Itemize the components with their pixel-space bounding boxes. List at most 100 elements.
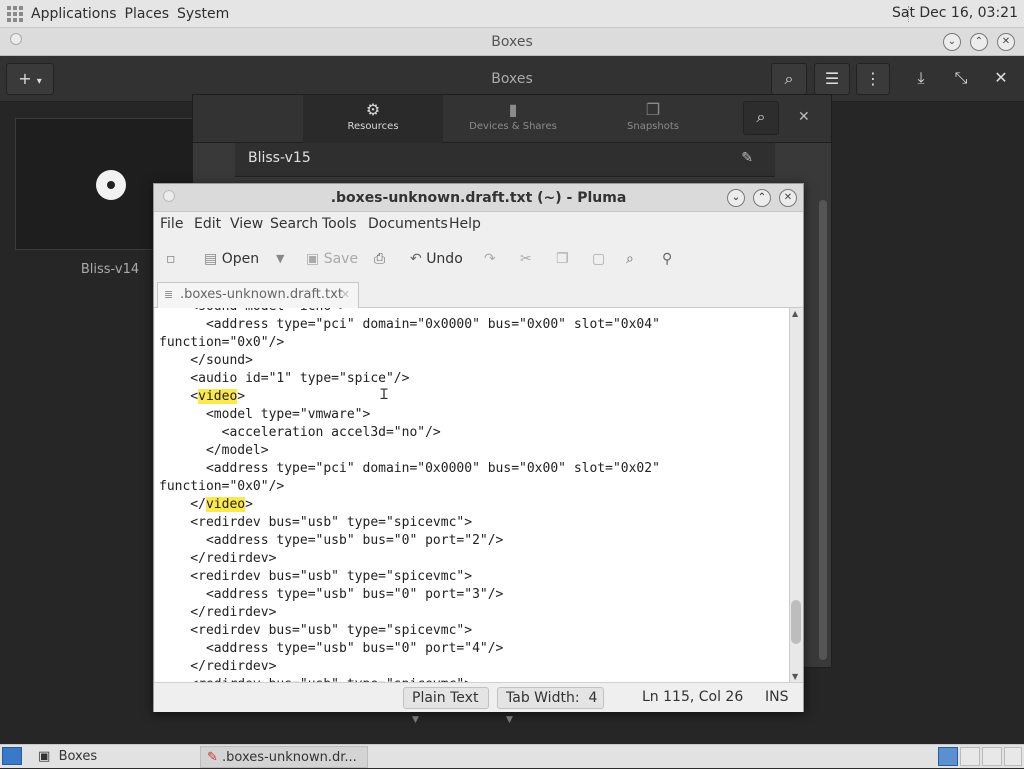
code-line: <redirdev bus="usb" type="spicevmc"> [159,623,473,638]
props-search-button[interactable]: ⌕ [743,101,779,135]
menu-view[interactable]: View [230,216,263,232]
replace-icon[interactable]: ⚲ [662,248,672,270]
menu-button[interactable]: ⋮ [856,63,890,95]
pluma-statusbar: Plain Text ▼ Tab Width: 4 ▼ Ln 115, Col … [154,682,803,725]
code-line: </redirdev> [159,605,277,620]
dropdown-arrow-icon: ▼ [412,715,419,725]
tab-resources[interactable]: ⚙ Resources [303,95,443,143]
tab-width-dropdown[interactable]: Tab Width: 4 ▼ [497,687,604,725]
maximize-button[interactable]: ⌃ [970,33,988,51]
props-close-button[interactable]: ✕ [798,109,810,125]
folder-icon: ▤ [204,251,218,267]
code-line: <redirdev bus="usb" type="spicevmc"> [159,515,473,530]
code-line: <sound model="ich6"> [159,308,660,316]
insert-mode: INS [765,689,789,705]
code-line: </redirdev> [159,551,277,566]
code-line: </sound> [159,353,253,368]
document-tab[interactable]: ≣ .boxes-unknown.draft.txt ✕ [157,282,359,309]
taskbar-pluma[interactable]: ✎ .boxes-unknown.dr... [200,746,368,768]
pluma-menubar: File Edit View Search Tools Documents He… [154,212,803,238]
pluma-maximize-button[interactable]: ⌃ [753,189,771,207]
text-cursor-icon: Ｉ [377,387,391,403]
search-button[interactable]: ⌕ [771,63,807,95]
menu-tools[interactable]: Tools [322,216,357,232]
show-desktop-icon[interactable] [2,747,22,765]
properties-tabs: ⚙ Resources ▮ Devices & Shares ❐ Snapshots … [193,95,831,143]
minimize-button[interactable]: ⌄ [943,33,961,51]
places-menu[interactable]: Places [125,6,170,22]
save-label: Save [323,251,359,267]
code-line: <address type="usb" bus="0" port="3"/> [159,587,504,602]
text-editor[interactable]: <sound model="ich6"> <address type="pci"… [155,308,789,682]
props-scrollbar[interactable] [819,200,827,660]
boxes-app-icon: ▣ [38,749,51,764]
vm-name-row[interactable]: Bliss-v15 ✎ [235,143,775,177]
tab-snapshots[interactable]: ❐ Snapshots [583,95,723,143]
mouse-icon: ▮ [508,100,518,119]
paste-icon[interactable]: ▢ [592,248,605,270]
window-menu-icon[interactable] [163,190,175,202]
kebab-menu-icon: ⋮ [865,69,881,88]
open-dropdown-icon[interactable]: ▼ [276,248,284,270]
save-button[interactable]: ▣ Save [306,248,358,270]
syntax-dropdown[interactable]: Plain Text ▼ [403,687,489,725]
workspace-2[interactable] [960,747,980,766]
code-line: <video> [159,389,246,404]
pencil-icon[interactable]: ✎ [741,143,753,173]
workspace-3[interactable] [982,747,1002,766]
workspace-1[interactable] [938,747,958,766]
vm-name-value: Bliss-v15 [248,150,311,166]
new-document-icon[interactable]: ▫ [166,248,176,270]
menu-search[interactable]: Search [270,216,318,232]
scroll-down-icon[interactable]: ▼ [792,672,798,681]
menu-edit[interactable]: Edit [194,216,221,232]
print-icon[interactable]: ⎙ [374,248,385,270]
taskbar-boxes[interactable]: ▣ Boxes [38,746,198,768]
copy-icon[interactable]: ❐ [556,248,569,270]
code-line: <address type="usb" bus="0" port="2"/> [159,533,504,548]
taskbar-boxes-label: Boxes [58,749,98,764]
code-line: <audio id="1" type="spice"/> [159,371,410,386]
syntax-label: Plain Text [412,690,479,706]
find-icon[interactable]: ⌕ [626,248,634,270]
boxes-titlebar: Boxes ⌄ ⌃ ✕ [0,28,1024,56]
menu-help[interactable]: Help [449,216,481,232]
menu-documents[interactable]: Documents [368,216,448,232]
pluma-titlebar: .boxes-unknown.draft.txt (~) - Pluma ⌄ ⌃… [154,184,803,212]
new-vm-button[interactable]: + ▾ [6,63,54,95]
pluma-toolbar: ▫ ▤ Open ▼ ▣ Save ⎙ ↶ Undo ↷ ✂ ❐ ▢ ⌕ ⚲ [154,240,803,278]
apps-grid-icon[interactable] [7,5,23,22]
header-close-button[interactable]: ✕ [986,63,1016,95]
tab-close-icon[interactable]: ✕ [341,283,350,307]
applications-menu[interactable]: Applications [31,6,117,22]
bottom-taskbar: ▣ Boxes ✎ .boxes-unknown.dr... [0,744,1024,768]
redo-icon[interactable]: ↷ [484,248,496,270]
window-menu-icon[interactable] [10,33,22,45]
tab-width-label: Tab Width: 4 [506,690,598,706]
scroll-up-icon[interactable]: ▲ [792,309,798,318]
unfullscreen-button[interactable]: ⤡ [946,63,976,95]
scrollbar-thumb[interactable] [791,600,801,644]
workspace-4[interactable] [1004,747,1022,766]
view-toggle-button[interactable]: ☰ [814,63,850,95]
cut-icon[interactable]: ✂ [520,248,532,270]
close-button[interactable]: ✕ [997,33,1015,51]
tab-devices-shares[interactable]: ▮ Devices & Shares [443,95,583,143]
boxes-window-title: Boxes [491,34,533,50]
pluma-minimize-button[interactable]: ⌄ [727,189,745,207]
menu-file[interactable]: File [160,216,183,232]
download-button[interactable]: ⤓ [906,63,936,95]
clock[interactable]: Sat Dec 16, 03:21 [892,5,1018,21]
download-icon: ⤓ [917,68,925,87]
undo-label: Undo [426,251,463,267]
code-line: <address type="usb" bus="0" port="4"/> [159,641,504,656]
system-menu[interactable]: System [177,6,229,22]
undo-button[interactable]: ↶ Undo [410,248,463,270]
search-icon: ⌕ [756,107,766,126]
tab-snapshots-label: Snapshots [627,121,679,132]
dropdown-arrow-icon: ▾ [36,76,42,87]
unfullscreen-icon: ⤡ [954,68,968,87]
pluma-window: .boxes-unknown.draft.txt (~) - Pluma ⌄ ⌃… [153,183,804,725]
pluma-close-button[interactable]: ✕ [779,189,797,207]
open-button[interactable]: ▤ Open [204,248,259,270]
